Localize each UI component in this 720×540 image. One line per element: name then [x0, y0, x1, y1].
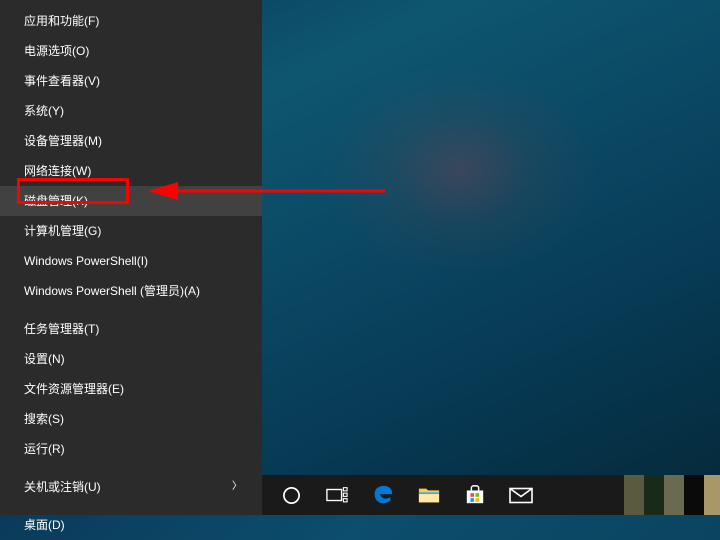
- menu-label: 任务管理器(T): [24, 314, 99, 344]
- chevron-right-icon: 〉: [232, 472, 242, 502]
- taskbar-color-block: [664, 475, 684, 515]
- menu-label: 设备管理器(M): [24, 126, 102, 156]
- menu-label: 系统(Y): [24, 96, 64, 126]
- store-button[interactable]: [452, 475, 498, 515]
- taskbar-color-block: [684, 475, 704, 515]
- menu-file-explorer[interactable]: 文件资源管理器(E): [0, 374, 262, 404]
- menu-label: 事件查看器(V): [24, 66, 100, 96]
- menu-label: 设置(N): [24, 344, 65, 374]
- menu-settings[interactable]: 设置(N): [0, 344, 262, 374]
- task-view-icon: [326, 486, 348, 504]
- menu-label: 电源选项(O): [24, 36, 89, 66]
- task-view-button[interactable]: [314, 475, 360, 515]
- menu-label: Windows PowerShell(I): [24, 246, 148, 276]
- taskbar-right-area: [624, 475, 720, 515]
- taskbar: [262, 475, 720, 515]
- menu-shutdown-signout[interactable]: 关机或注销(U) 〉: [0, 472, 262, 502]
- menu-label: 搜索(S): [24, 404, 64, 434]
- winx-context-menu: 应用和功能(F) 电源选项(O) 事件查看器(V) 系统(Y) 设备管理器(M)…: [0, 0, 262, 515]
- menu-run[interactable]: 运行(R): [0, 434, 262, 464]
- menu-power-options[interactable]: 电源选项(O): [0, 36, 262, 66]
- menu-device-manager[interactable]: 设备管理器(M): [0, 126, 262, 156]
- edge-icon: [372, 484, 394, 506]
- menu-label: Windows PowerShell (管理员)(A): [24, 276, 200, 306]
- menu-label: 磁盘管理(K): [24, 186, 88, 216]
- menu-powershell[interactable]: Windows PowerShell(I): [0, 246, 262, 276]
- menu-label: 应用和功能(F): [24, 6, 99, 36]
- cortana-circle-icon: [282, 486, 301, 505]
- menu-apps-and-features[interactable]: 应用和功能(F): [0, 6, 262, 36]
- cortana-button[interactable]: [268, 475, 314, 515]
- menu-search[interactable]: 搜索(S): [0, 404, 262, 434]
- menu-powershell-admin[interactable]: Windows PowerShell (管理员)(A): [0, 276, 262, 306]
- menu-computer-management[interactable]: 计算机管理(G): [0, 216, 262, 246]
- taskbar-color-block: [624, 475, 644, 515]
- file-explorer-icon: [418, 485, 440, 505]
- menu-network-connections[interactable]: 网络连接(W): [0, 156, 262, 186]
- edge-button[interactable]: [360, 475, 406, 515]
- taskbar-color-block: [704, 475, 720, 515]
- microsoft-store-icon: [465, 485, 485, 505]
- file-explorer-button[interactable]: [406, 475, 452, 515]
- menu-task-manager[interactable]: 任务管理器(T): [0, 314, 262, 344]
- menu-label: 计算机管理(G): [24, 216, 101, 246]
- mail-button[interactable]: [498, 475, 544, 515]
- menu-event-viewer[interactable]: 事件查看器(V): [0, 66, 262, 96]
- taskbar-color-block: [644, 475, 664, 515]
- menu-label: 文件资源管理器(E): [24, 374, 124, 404]
- mail-icon: [509, 487, 533, 504]
- menu-system[interactable]: 系统(Y): [0, 96, 262, 126]
- menu-label: 关机或注销(U): [24, 472, 101, 502]
- menu-disk-management[interactable]: 磁盘管理(K): [0, 186, 262, 216]
- menu-label: 网络连接(W): [24, 156, 91, 186]
- menu-label: 运行(R): [24, 434, 65, 464]
